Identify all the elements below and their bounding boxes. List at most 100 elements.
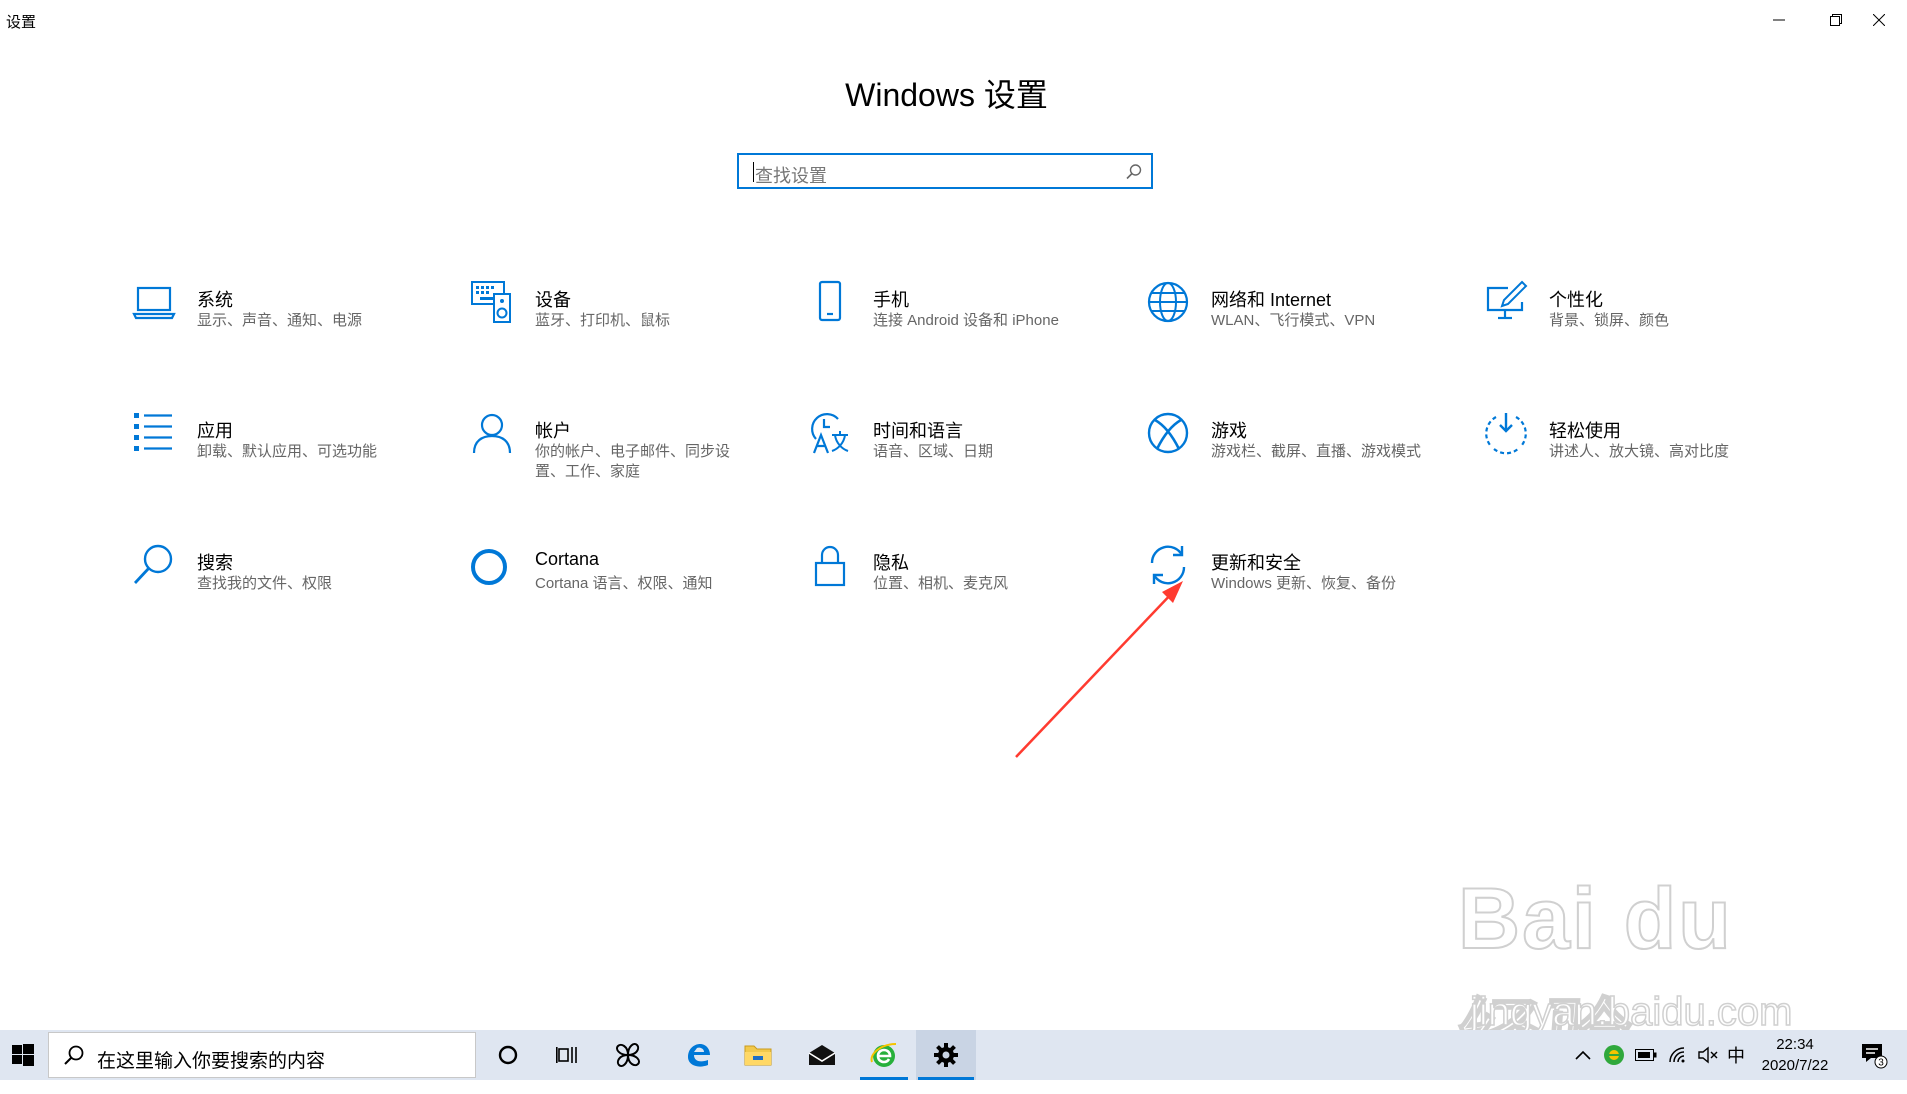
- tray-security-app[interactable]: [1600, 1030, 1628, 1080]
- task-view-button[interactable]: [538, 1030, 598, 1080]
- notification-icon: 3: [1862, 1044, 1888, 1069]
- tile-accounts[interactable]: 帐户 你的帐户、电子邮件、同步设置、工作、家庭: [470, 411, 790, 491]
- taskbar-app-pinwheel[interactable]: [598, 1030, 658, 1080]
- tile-search[interactable]: 搜索 查找我的文件、权限: [132, 543, 452, 623]
- lock-icon: [814, 545, 846, 587]
- tile-ease-of-access[interactable]: 轻松使用 讲述人、放大镜、高对比度: [1484, 411, 1804, 491]
- mail-envelope-icon: [808, 1045, 836, 1065]
- taskbar-settings[interactable]: [916, 1030, 976, 1080]
- tile-devices[interactable]: 设备 蓝牙、打印机、鼠标: [470, 280, 790, 360]
- time-language-icon: [811, 413, 849, 454]
- cortana-button[interactable]: [478, 1030, 538, 1080]
- paint-monitor-icon: [1486, 280, 1528, 320]
- taskbar-mail[interactable]: [792, 1030, 852, 1080]
- tile-title: 搜索: [197, 553, 233, 573]
- tile-subtitle: 卸载、默认应用、可选功能: [197, 443, 378, 460]
- tile-network[interactable]: 网络和 Internet WLAN、飞行模式、VPN: [1146, 280, 1466, 360]
- tile-subtitle: 背景、锁屏、颜色: [1549, 312, 1670, 329]
- minimize-icon: [1772, 19, 1785, 21]
- text-caret: [753, 162, 754, 182]
- tile-phone[interactable]: 手机 连接 Android 设备和 iPhone: [808, 280, 1128, 360]
- globe-icon: [1147, 281, 1189, 323]
- taskbar: 在这里输入你要搜索的内容 中 22:34 2020/7/22 3: [0, 1030, 1907, 1080]
- tray-overflow-button[interactable]: [1570, 1030, 1596, 1080]
- tile-subtitle: 游戏栏、截屏、直播、游戏模式: [1211, 443, 1422, 460]
- windows-logo-icon: [12, 1044, 34, 1066]
- tile-time-language[interactable]: 时间和语言 语音、区域、日期: [808, 411, 1128, 491]
- title-bar: 设置: [0, 0, 1907, 40]
- security-shield-icon: [1604, 1045, 1624, 1065]
- tile-subtitle: 显示、声音、通知、电源: [197, 312, 363, 329]
- tile-title: 帐户: [535, 421, 571, 441]
- tile-subtitle: 讲述人、放大镜、高对比度: [1549, 443, 1730, 460]
- wifi-icon: [1669, 1047, 1685, 1063]
- taskbar-edge[interactable]: [668, 1030, 728, 1080]
- tile-subtitle: 蓝牙、打印机、鼠标: [535, 312, 671, 329]
- update-sync-icon: [1150, 545, 1186, 585]
- tile-title: 游戏: [1211, 421, 1247, 441]
- tile-update-security[interactable]: 更新和安全 Windows 更新、恢复、备份: [1146, 543, 1466, 623]
- gear-icon: [934, 1043, 958, 1067]
- search-icon: [64, 1045, 84, 1065]
- restore-icon: [1829, 14, 1842, 26]
- tile-cortana[interactable]: Cortana Cortana 语言、权限、通知: [470, 543, 790, 623]
- cortana-icon: [471, 549, 507, 585]
- close-icon: [1872, 14, 1885, 26]
- tile-subtitle: 你的帐户、电子邮件、同步设置、工作、家庭: [535, 443, 731, 480]
- tile-title: Cortana: [535, 549, 600, 569]
- close-button[interactable]: [1850, 0, 1907, 40]
- tile-subtitle: 位置、相机、麦克风: [873, 575, 1009, 592]
- tile-title: 个性化: [1549, 290, 1603, 310]
- keyboard-speaker-icon: [471, 281, 511, 323]
- taskbar-ie-browser[interactable]: [854, 1030, 914, 1080]
- taskbar-file-explorer[interactable]: [728, 1030, 788, 1080]
- clock-time: 22:34: [1776, 1036, 1814, 1053]
- tray-wifi[interactable]: [1664, 1030, 1692, 1080]
- tile-subtitle: 查找我的文件、权限: [197, 575, 333, 592]
- watermark-url: jingyan.baidu.com: [1469, 989, 1793, 1035]
- tile-subtitle: 连接 Android 设备和 iPhone: [873, 312, 1059, 329]
- minimize-button[interactable]: [1750, 0, 1807, 40]
- tile-title: 应用: [197, 421, 233, 441]
- task-view-icon: [556, 1047, 577, 1063]
- chevron-up-icon: [1575, 1050, 1591, 1060]
- clock[interactable]: 22:34 2020/7/22: [1740, 1034, 1850, 1076]
- clock-date: 2020/7/22: [1761, 1057, 1829, 1074]
- window-title: 设置: [6, 14, 37, 31]
- laptop-icon: [132, 286, 176, 320]
- tile-title: 设备: [535, 290, 571, 310]
- tile-subtitle: Cortana 语言、权限、通知: [535, 575, 713, 592]
- start-button[interactable]: [0, 1030, 46, 1080]
- taskbar-search-placeholder: 在这里输入你要搜索的内容: [97, 1051, 326, 1072]
- tile-privacy[interactable]: 隐私 位置、相机、麦克风: [808, 543, 1128, 623]
- tile-title: 手机: [873, 290, 909, 310]
- tile-title: 时间和语言: [873, 421, 963, 441]
- tile-title: 网络和 Internet: [1211, 290, 1332, 310]
- tile-personalization[interactable]: 个性化 背景、锁屏、颜色: [1484, 280, 1804, 360]
- folder-icon: [744, 1045, 772, 1066]
- edge-browser-icon: [688, 1044, 710, 1067]
- tile-system[interactable]: 系统 显示、声音、通知、电源: [132, 280, 452, 360]
- tile-title: 轻松使用: [1549, 421, 1621, 441]
- person-icon: [472, 413, 512, 454]
- tray-volume-muted[interactable]: [1694, 1030, 1722, 1080]
- pinwheel-app-icon: [616, 1043, 640, 1067]
- search-icon[interactable]: [1125, 163, 1143, 181]
- page-title: Windows 设置: [845, 77, 1048, 113]
- tile-subtitle: Windows 更新、恢复、备份: [1211, 575, 1397, 592]
- tile-title: 隐私: [873, 553, 909, 573]
- tile-apps[interactable]: 应用 卸载、默认应用、可选功能: [132, 411, 452, 491]
- taskbar-search-box[interactable]: 在这里输入你要搜索的内容: [48, 1032, 476, 1078]
- baidu-watermark: Bai du 经验 jingyan.baidu.com: [1457, 870, 1818, 1089]
- tile-gaming[interactable]: 游戏 游戏栏、截屏、直播、游戏模式: [1146, 411, 1466, 491]
- tile-subtitle: 语音、区域、日期: [873, 443, 994, 460]
- ease-of-access-icon: [1485, 413, 1527, 455]
- settings-search-input[interactable]: 查找设置: [737, 153, 1153, 189]
- tray-battery[interactable]: [1632, 1030, 1660, 1080]
- app-list-icon: [134, 413, 172, 451]
- notification-count: 3: [1878, 1058, 1884, 1069]
- action-center-button[interactable]: 3: [1852, 1030, 1896, 1080]
- tile-title: 更新和安全: [1211, 553, 1301, 573]
- volume-muted-icon: [1698, 1046, 1718, 1064]
- green-ie-browser-icon: [870, 1043, 897, 1067]
